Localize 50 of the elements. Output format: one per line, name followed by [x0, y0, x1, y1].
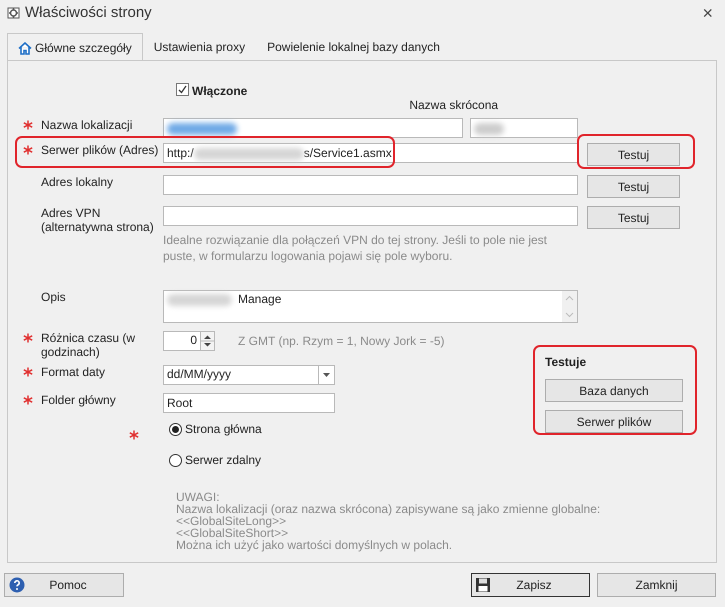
radio-option[interactable]: Strona główna: [169, 420, 262, 438]
test-button[interactable]: Baza danych: [545, 379, 683, 402]
field-label: Różnica czasu (w godzinach): [40, 331, 136, 359]
scrollbar: [562, 291, 577, 322]
hint-text: Z GMT (np. Rzym = 1, Nowy Jork = -5): [238, 333, 444, 350]
text-field[interactable]: [163, 118, 463, 138]
test-button[interactable]: Testuj: [587, 175, 680, 198]
close-button[interactable]: ×: [698, 4, 717, 22]
close-button[interactable]: Zamknij: [597, 573, 716, 597]
caret-icon: [323, 373, 330, 377]
text-field[interactable]: Root: [163, 393, 335, 413]
note-text: <<GlobalSiteLong>>: [176, 515, 286, 527]
group-title: Testuje: [545, 354, 588, 371]
redaction-blur: [167, 294, 232, 306]
spin-field[interactable]: 0: [163, 331, 215, 351]
text-area[interactable]: Manage: [163, 290, 578, 323]
tab[interactable]: Główne szczegóły: [7, 33, 143, 61]
dropdown[interactable]: dd/MM/yyyy: [163, 365, 335, 385]
text-field[interactable]: [163, 206, 578, 226]
help-button[interactable]: Pomoc: [4, 573, 124, 597]
save-button[interactable]: Zapisz: [471, 573, 590, 597]
text-field[interactable]: http:/ s/Service1.asmx: [163, 143, 578, 163]
radio-option[interactable]: Serwer zdalny: [169, 451, 262, 469]
home-icon: [18, 42, 32, 56]
test-button[interactable]: Testuj: [587, 206, 680, 229]
field-label: Format daty: [40, 365, 106, 381]
note-text: Można ich użyć jako wartości domyślnych w polach.: [176, 539, 454, 551]
checkbox[interactable]: [176, 83, 189, 96]
window-title: Właściwości strony: [25, 2, 152, 23]
field-label: Folder główny: [40, 393, 117, 409]
checkbox-label: Włączone: [192, 83, 248, 100]
spin-arrows-icon[interactable]: [200, 332, 214, 350]
field-label: Adres lokalny: [40, 175, 114, 191]
test-button[interactable]: Testuj: [587, 143, 680, 166]
field-label: Nazwa skrócona: [409, 97, 498, 114]
help-icon: [9, 577, 25, 593]
field-label: Serwer plików (Adres): [40, 143, 160, 159]
hint-text: Idealne rozwiązanie dla połączeń VPN do tej strony. Jeśli to pole nie jest puste, w formularzu logowania pojawi się pole wyboru.: [163, 232, 548, 264]
redaction-blur: [167, 122, 237, 135]
text-field[interactable]: [470, 118, 578, 138]
note-text: UWAGI:: [176, 491, 221, 503]
redaction-blur: [474, 122, 504, 135]
note-text: <<GlobalSiteShort>>: [176, 527, 290, 539]
gear-icon: [6, 5, 22, 21]
field-label: Opis: [40, 290, 67, 306]
field-label: Nazwa lokalizacji: [40, 118, 134, 134]
note-text: Nazwa lokalizacji (oraz nazwa skrócona) zapisywane są jako zmienne globalne:: [176, 503, 602, 515]
test-button[interactable]: Serwer plików: [545, 410, 683, 433]
field-label: Adres VPN (alternatywna strona): [40, 206, 155, 236]
text-field[interactable]: [163, 175, 578, 195]
